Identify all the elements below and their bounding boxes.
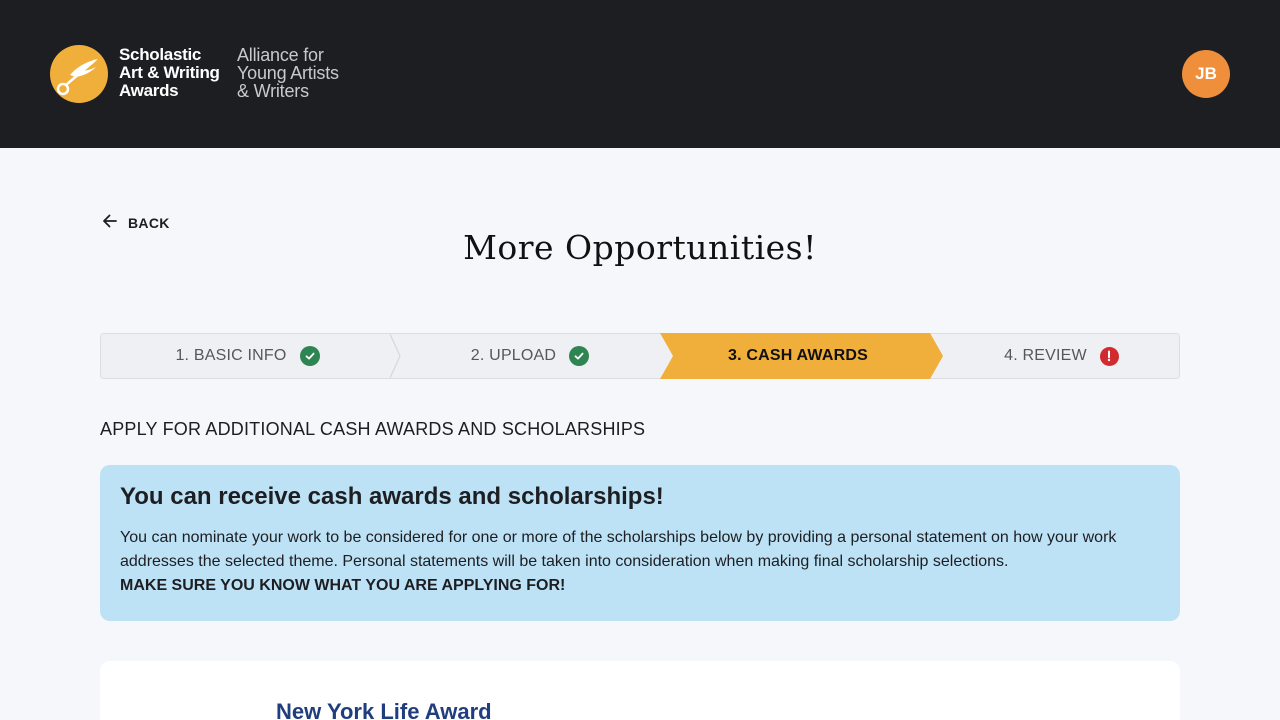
step-label: 2. UPLOAD (470, 347, 557, 364)
info-card-emphasis: MAKE SURE YOU KNOW WHAT YOU ARE APPLYING… (120, 577, 566, 594)
alert-circle-icon (1099, 346, 1119, 366)
logo-wordmark: Scholastic Art & Writing Awards (119, 45, 220, 100)
avatar-initials: JB (1195, 64, 1217, 83)
step-review[interactable]: 4. REVIEW (943, 333, 1180, 379)
step-basic-info[interactable]: 1. BASIC INFO (100, 333, 395, 379)
award-title: New York Life Award (276, 699, 492, 720)
user-avatar-button[interactable]: JB (1182, 50, 1230, 98)
info-card-text: You can nominate your work to be conside… (120, 529, 1117, 570)
step-label: 1. BASIC INFO (175, 347, 287, 364)
step-cash-awards[interactable]: 3. CASH AWARDS (673, 333, 923, 379)
top-navigation-bar: Scholastic Art & Writing Awards Alliance… (0, 0, 1280, 148)
logo-tagline: Alliance for Young Artists & Writers (237, 45, 339, 101)
step-label: 4. REVIEW (1004, 347, 1087, 364)
page-title: More Opportunities! (463, 228, 817, 267)
progress-stepper: 1. BASIC INFO 2. UPLOAD 3. CASH AWARDS 4… (100, 333, 1180, 379)
step-upload[interactable]: 2. UPLOAD (400, 333, 660, 379)
info-card: You can receive cash awards and scholars… (100, 465, 1180, 621)
info-card-title: You can receive cash awards and scholars… (120, 483, 664, 510)
check-circle-icon (299, 346, 320, 366)
scholastic-logo-icon[interactable] (50, 45, 108, 103)
section-heading: APPLY FOR ADDITIONAL CASH AWARDS AND SCH… (100, 419, 646, 439)
check-circle-icon (569, 346, 590, 366)
info-card-body: You can nominate your work to be conside… (120, 526, 1160, 598)
step-label: 3. CASH AWARDS (727, 347, 868, 364)
award-card: New York Life Award (100, 661, 1180, 720)
